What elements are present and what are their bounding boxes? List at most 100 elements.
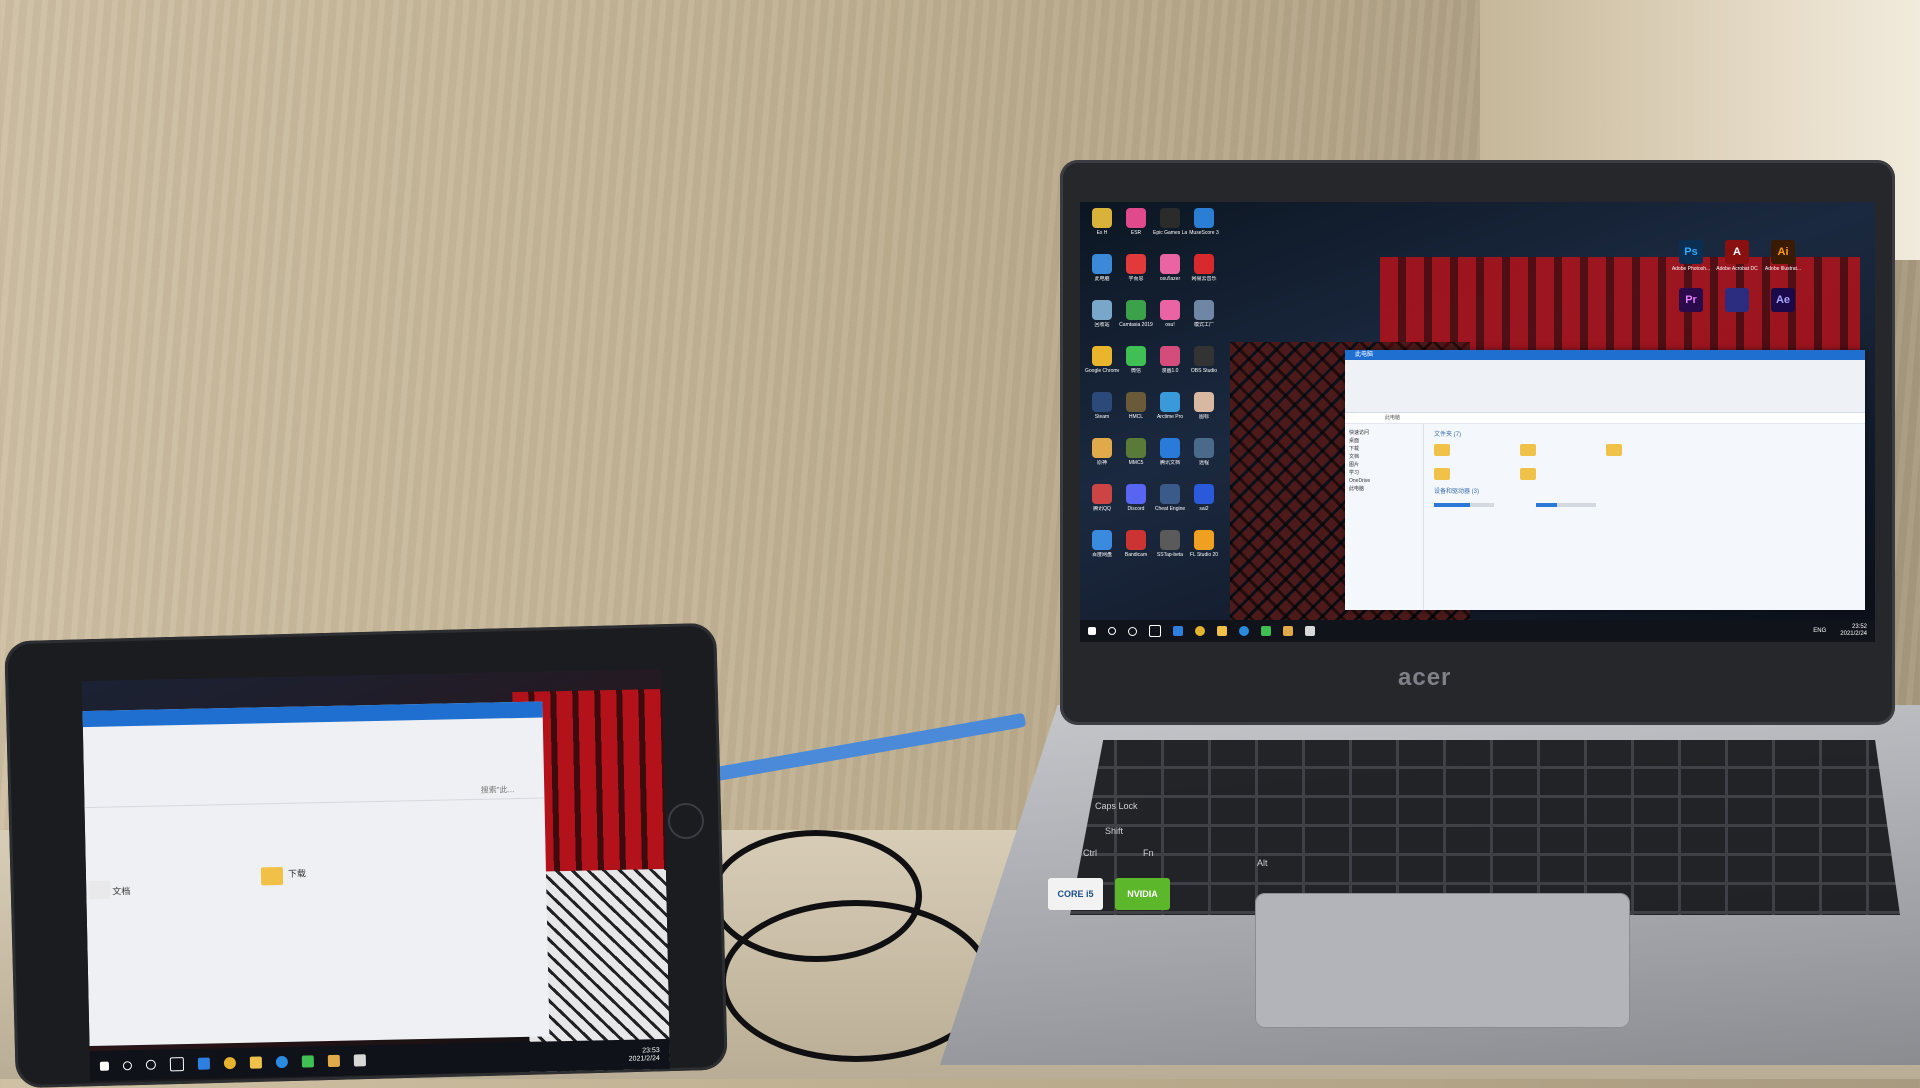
tablet-system-clock[interactable]: 23:53 2021/2/24 (629, 1047, 660, 1064)
file-explorer-icon[interactable] (1217, 626, 1227, 636)
key-ctrl[interactable]: Ctrl (1083, 848, 1097, 858)
desktop-icon[interactable]: Cheat Engine (1154, 484, 1186, 530)
check-app-icon[interactable] (1173, 626, 1183, 636)
desktop-icon[interactable]: sai2 (1188, 484, 1220, 530)
desktop-icon[interactable]: Google Chrome (1085, 346, 1119, 392)
desktop-icon[interactable]: FL Studio 20 (1188, 530, 1220, 576)
desktop-icon[interactable]: OBS Studio (1188, 346, 1220, 392)
desktop-icon[interactable]: 原神 (1086, 438, 1118, 484)
desktop-icon[interactable]: MuseScore 3 (1188, 208, 1220, 254)
explorer-nav-item[interactable]: 桌面 (1349, 437, 1419, 445)
documents-folder-label[interactable]: 文档 (112, 884, 130, 897)
desktop-icon[interactable]: HMCL (1120, 392, 1152, 438)
documents-folder-icon[interactable] (88, 880, 111, 900)
drive-d-usage-bar[interactable] (1535, 503, 1596, 507)
key-fn[interactable]: Fn (1143, 848, 1154, 858)
desktop-icon[interactable]: Bandicam (1120, 530, 1152, 576)
system-clock[interactable]: 23:52 2021/2/24 (1840, 624, 1867, 638)
desktop-icon[interactable]: MMC5 (1120, 438, 1152, 484)
search-input[interactable]: 搜索"此... (481, 784, 515, 796)
windows-start-icon[interactable] (99, 1061, 110, 1071)
cortana-icon[interactable] (1128, 626, 1137, 636)
desktop-icon[interactable]: 远程 (1188, 438, 1220, 484)
folder-icon[interactable] (1434, 444, 1450, 456)
chrome-icon[interactable] (1195, 626, 1205, 636)
desktop-icon[interactable]: 学而思 (1120, 254, 1152, 300)
folder-icon[interactable] (1434, 468, 1450, 480)
desktop-icon[interactable]: Arctime Pro (1154, 392, 1186, 438)
tablet-address-bar[interactable]: 搜索"此... (84, 779, 545, 809)
explorer-nav-item[interactable]: 下载 (1349, 445, 1419, 453)
edge-icon[interactable] (1239, 626, 1249, 636)
desktop-icon[interactable]: 网易云音乐 (1188, 254, 1220, 300)
edge-icon[interactable] (275, 1055, 289, 1069)
key-shift[interactable]: Shift (1105, 826, 1123, 836)
task-view-icon[interactable] (169, 1057, 185, 1072)
explorer-nav-item[interactable]: 快速访问 (1349, 429, 1419, 437)
desktop-icon[interactable]: Ex H (1086, 208, 1118, 254)
adobe-app-shortcut[interactable]: Ai Adobe Illustrat... (1762, 240, 1804, 288)
desktop-icon[interactable]: osu! (1154, 300, 1186, 346)
app-icon[interactable] (327, 1054, 341, 1068)
app-icon[interactable] (301, 1055, 315, 1068)
app-icon[interactable] (1305, 626, 1315, 636)
desktop-icon[interactable]: osu!lazer (1154, 254, 1186, 300)
explorer-nav-item[interactable]: 文档 (1349, 453, 1419, 461)
desktop-icon[interactable]: Camtasia 2019 (1119, 300, 1153, 346)
task-view-icon[interactable] (1149, 625, 1161, 637)
desktop-icon-label: Arctime Pro (1156, 414, 1184, 420)
desktop-icon[interactable]: 漫画1.0 (1154, 346, 1186, 392)
explorer-nav-item[interactable]: 学习 (1349, 469, 1419, 477)
cortana-icon[interactable] (145, 1059, 157, 1070)
chrome-icon[interactable] (223, 1056, 237, 1070)
adobe-app-shortcut[interactable]: Pr (1670, 288, 1712, 336)
tablet-window-title-bar[interactable] (82, 701, 543, 728)
file-explorer-window[interactable]: 此电脑 此电脑 快速访问 桌面 下载 文档 图片 学习 OneDrive 此电脑 文件夹 (7… (1345, 350, 1865, 610)
explorer-nav-item[interactable]: 此电脑 (1349, 485, 1419, 493)
folder-icon[interactable] (1606, 444, 1622, 456)
downloads-folder-label[interactable]: 下载 (288, 866, 306, 879)
explorer-nav-item[interactable]: 图片 (1349, 461, 1419, 469)
desktop-icon[interactable]: 微信 (1120, 346, 1152, 392)
app-icon[interactable] (1283, 626, 1293, 636)
app-icon[interactable] (353, 1054, 367, 1067)
desktop-icon[interactable]: 百度网盘 (1086, 530, 1118, 576)
input-language-indicator[interactable]: ENG (1813, 628, 1826, 634)
windows-start-icon[interactable] (1088, 627, 1096, 635)
downloads-folder-icon[interactable] (260, 866, 284, 886)
search-icon[interactable] (122, 1060, 133, 1070)
file-explorer-icon[interactable] (249, 1056, 263, 1069)
explorer-nav-item[interactable]: OneDrive (1349, 477, 1419, 485)
desktop-icon[interactable]: Steam (1086, 392, 1118, 438)
adobe-app-shortcut[interactable]: Ae (1762, 288, 1804, 336)
explorer-ribbon[interactable] (1345, 360, 1865, 413)
explorer-nav-pane[interactable]: 快速访问 桌面 下载 文档 图片 学习 OneDrive 此电脑 (1345, 423, 1424, 610)
desktop-icon[interactable]: 腾讯文档 (1154, 438, 1186, 484)
desktop-icon[interactable]: Epic Games Launcher (1153, 208, 1187, 254)
laptop-touchpad[interactable] (1255, 893, 1630, 1028)
desktop-icon[interactable]: 图标 (1188, 392, 1220, 438)
desktop-icon[interactable]: 回收站 (1086, 300, 1118, 346)
key-caps-lock[interactable]: Caps Lock (1095, 801, 1138, 811)
check-app-icon[interactable] (197, 1057, 211, 1070)
folder-icon[interactable] (1520, 468, 1536, 480)
search-icon[interactable] (1108, 627, 1116, 635)
laptop-keyboard[interactable] (1070, 740, 1900, 915)
explorer-title-bar[interactable]: 此电脑 (1345, 350, 1865, 360)
adobe-app-shortcut[interactable]: Ps Adobe Photosh... (1670, 240, 1712, 288)
drive-c-usage-bar[interactable] (1434, 503, 1494, 507)
adobe-app-shortcut[interactable] (1716, 288, 1758, 336)
desktop-icon[interactable]: Discord (1120, 484, 1152, 530)
desktop-icon[interactable]: 腾讯QQ (1086, 484, 1118, 530)
adobe-app-shortcut[interactable]: A Adobe Acrobat DC (1716, 240, 1758, 288)
folder-icon[interactable] (1520, 444, 1536, 456)
tablet-explorer-window[interactable]: 搜索"此... 文档 下载 (82, 701, 550, 1047)
tablet-home-button[interactable] (668, 803, 704, 839)
desktop-icon[interactable]: 此电脑 (1086, 254, 1118, 300)
key-alt[interactable]: Alt (1257, 858, 1268, 868)
desktop-icon[interactable]: SSTap-beta (1154, 530, 1186, 576)
desktop-icon[interactable]: ESR (1120, 208, 1152, 254)
desktop-icon[interactable]: 模式工厂 (1188, 300, 1220, 346)
desktop-icon-label: sai2 (1199, 506, 1209, 512)
app-icon[interactable] (1261, 626, 1271, 636)
